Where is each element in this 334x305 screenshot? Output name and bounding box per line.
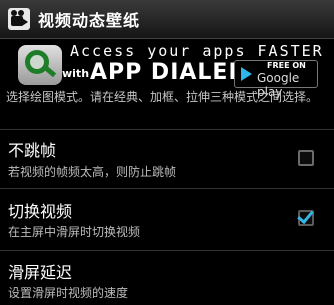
ad-headline: Access your apps FASTER [70,42,324,60]
setting-row-swipe-delay[interactable]: 滑屏延迟 设置滑屏时视频的速度 [0,250,334,305]
setting-row-no-frame-skip[interactable]: 不跳帧 若视频的帧频太高，则防止跳帧 [0,129,334,188]
google-play-icon [241,67,252,81]
setting-subtitle: 设置滑屏时视频的速度 [8,286,129,300]
setting-row-switch-video[interactable]: 切换视频 在主屏中滑屏时切换视频 [0,188,334,247]
setting-title: 不跳帧 [8,141,57,160]
ad-banner[interactable]: Access your apps FASTER with APP DIALER … [0,39,334,99]
no-frame-skip-checkbox[interactable] [298,150,314,166]
setting-title: 切换视频 [8,202,73,221]
film-camera-icon [8,8,30,30]
google-play-badge[interactable]: FREE ON Google play [234,60,318,99]
page-title: 视频动态壁纸 [38,11,141,30]
ad-brand: APP DIALER [90,60,247,85]
badge-top-text: FREE ON [267,61,306,70]
switch-video-checkbox[interactable] [297,206,314,226]
magnifier-logo-icon [18,45,62,85]
ad-with-text: with [62,67,90,80]
setting-title: 滑屏延迟 [8,263,73,282]
setting-subtitle: 在主屏中滑屏时切换视频 [8,225,141,239]
setting-subtitle: 若视频的帧频太高，则防止跳帧 [8,165,177,179]
title-bar: 视频动态壁纸 [0,0,334,39]
checkmark-icon [297,206,314,225]
draw-mode-description[interactable]: 选择绘图模式。请在经典、加框、拉伸三种模式之间选择。 [6,88,328,107]
